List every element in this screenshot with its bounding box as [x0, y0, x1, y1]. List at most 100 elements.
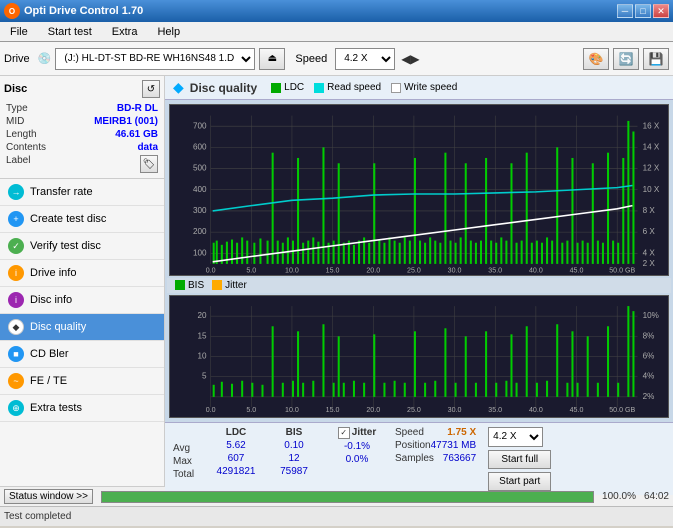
ldc-col-label: LDC [226, 427, 247, 438]
save-button[interactable]: 💾 [643, 48, 669, 70]
svg-text:5: 5 [202, 371, 207, 380]
extra-tests-icon: ⊕ [8, 400, 24, 416]
sidebar-item-label: CD Bler [30, 348, 69, 360]
sidebar-item-label: Create test disc [30, 213, 106, 225]
eject-button[interactable]: ⏏ [259, 48, 285, 70]
menu-start-test[interactable]: Start test [42, 24, 98, 40]
svg-text:6%: 6% [643, 351, 655, 360]
menu-help[interactable]: Help [151, 24, 186, 40]
sidebar-item-cd-bler[interactable]: ■ CD Bler [0, 341, 164, 368]
jitter-legend-dot [212, 280, 222, 290]
menu-file[interactable]: File [4, 24, 34, 40]
jitter-col-label: Jitter [352, 427, 376, 438]
jitter-checkbox[interactable]: ✓ [338, 427, 350, 439]
svg-text:2 X: 2 X [643, 258, 656, 268]
disc-info-icon: i [8, 292, 24, 308]
menu-bar: File Start test Extra Help [0, 22, 673, 42]
svg-text:700: 700 [193, 120, 207, 130]
start-part-button[interactable]: Start part [488, 472, 551, 491]
jitter-avg-value: -0.1% [344, 441, 370, 452]
disc-refresh-button[interactable]: ↺ [142, 80, 160, 98]
svg-text:25.0: 25.0 [407, 265, 421, 274]
disc-type-value: BD-R DL [117, 103, 158, 114]
speed-stat-value: 1.75 X [447, 427, 476, 438]
sidebar-item-disc-quality[interactable]: ◆ Disc quality [0, 314, 164, 341]
color-button[interactable]: 🎨 [583, 48, 609, 70]
sidebar-item-label: Transfer rate [30, 186, 93, 198]
write-speed-legend-dot [391, 83, 401, 93]
svg-text:12 X: 12 X [643, 163, 660, 173]
svg-text:0.0: 0.0 [206, 265, 216, 274]
disc-mid-row: MID MEIRB1 (001) [4, 115, 160, 128]
position-label: Position [395, 440, 431, 451]
sidebar-item-label: Verify test disc [30, 240, 101, 252]
disc-length-label: Length [6, 129, 37, 140]
bis-chart-svg: 20 15 10 5 10% 8% 6% 4% 2% 0.0 5.0 10.0 [170, 296, 668, 417]
bis-col-label: BIS [286, 427, 303, 438]
svg-text:25.0: 25.0 [407, 406, 421, 414]
svg-text:30.0: 30.0 [448, 406, 462, 414]
right-panel: ◆ Disc quality LDC Read speed Write spee… [165, 76, 673, 486]
svg-text:50.0 GB: 50.0 GB [609, 265, 635, 274]
drive-select[interactable]: (J:) HL-DT-ST BD-RE WH16NS48 1.D3 [55, 48, 255, 70]
max-label: Max [173, 456, 203, 467]
status-window-button[interactable]: Status window >> [4, 489, 93, 504]
sidebar-item-verify-test-disc[interactable]: ✓ Verify test disc [0, 233, 164, 260]
svg-text:15.0: 15.0 [326, 265, 340, 274]
sidebar-item-fe-te[interactable]: ~ FE / TE [0, 368, 164, 395]
speed-select[interactable]: 4.2 X [335, 48, 395, 70]
sidebar-item-drive-info[interactable]: i Drive info [0, 260, 164, 287]
svg-text:400: 400 [193, 184, 207, 194]
samples-label: Samples [395, 453, 434, 464]
ldc-chart-svg: 700 600 500 400 300 200 100 16 X 14 X 12… [170, 105, 668, 275]
jitter-checkbox-row: ✓ Jitter [338, 427, 376, 439]
svg-text:4 X: 4 X [643, 247, 656, 257]
ldc-max-value: 607 [228, 453, 245, 464]
svg-text:50.0 GB: 50.0 GB [609, 406, 635, 414]
ldc-legend-label: LDC [284, 82, 304, 93]
maximize-button[interactable]: □ [635, 4, 651, 18]
svg-text:10%: 10% [643, 311, 659, 320]
write-speed-legend-label: Write speed [404, 82, 457, 93]
speed-arrows: ◀▶ [401, 52, 419, 66]
read-speed-legend-label: Read speed [327, 82, 381, 93]
close-button[interactable]: ✕ [653, 4, 669, 18]
stats-area: Avg Max Total LDC 5.62 607 4291821 BIS 0… [165, 422, 673, 495]
total-label: Total [173, 469, 203, 480]
menu-extra[interactable]: Extra [106, 24, 144, 40]
disc-label-label: Label [6, 155, 30, 173]
sidebar-item-label: Disc quality [30, 321, 86, 333]
chart1-legend: LDC Read speed Write speed [271, 82, 457, 93]
svg-text:10.0: 10.0 [285, 406, 299, 414]
avg-label: Avg [173, 443, 203, 454]
svg-text:10.0: 10.0 [285, 265, 299, 274]
svg-text:45.0: 45.0 [570, 406, 584, 414]
sidebar-item-disc-info[interactable]: i Disc info [0, 287, 164, 314]
refresh-button[interactable]: 🔄 [613, 48, 639, 70]
speed-stat-label: Speed [395, 427, 424, 438]
progress-text: 100.0% [602, 491, 636, 502]
disc-label-icon-button[interactable]: 🏷 [140, 155, 158, 173]
disc-length-row: Length 46.61 GB [4, 128, 160, 141]
main-content: Disc ↺ Type BD-R DL MID MEIRB1 (001) Len… [0, 76, 673, 486]
sidebar-item-transfer-rate[interactable]: → Transfer rate [0, 179, 164, 206]
read-speed-legend-dot [314, 83, 324, 93]
ldc-avg-value: 5.62 [226, 440, 245, 451]
speed-select-stat[interactable]: 4.2 X [488, 427, 543, 447]
sidebar-item-extra-tests[interactable]: ⊕ Extra tests [0, 395, 164, 422]
disc-contents-row: Contents data [4, 141, 160, 154]
svg-text:2%: 2% [643, 391, 655, 400]
jitter-max-value: 0.0% [346, 454, 369, 465]
ldc-total-value: 4291821 [217, 466, 256, 477]
jitter-legend-label: Jitter [225, 280, 247, 291]
minimize-button[interactable]: ─ [617, 4, 633, 18]
svg-text:100: 100 [193, 247, 207, 257]
bottom-status: Test completed [0, 506, 673, 526]
time-text: 64:02 [644, 491, 669, 502]
sidebar-item-create-test-disc[interactable]: + Create test disc [0, 206, 164, 233]
start-full-button[interactable]: Start full [488, 450, 551, 469]
svg-text:300: 300 [193, 205, 207, 215]
sidebar-item-label: FE / TE [30, 375, 67, 387]
svg-text:600: 600 [193, 141, 207, 151]
svg-text:45.0: 45.0 [570, 265, 584, 274]
